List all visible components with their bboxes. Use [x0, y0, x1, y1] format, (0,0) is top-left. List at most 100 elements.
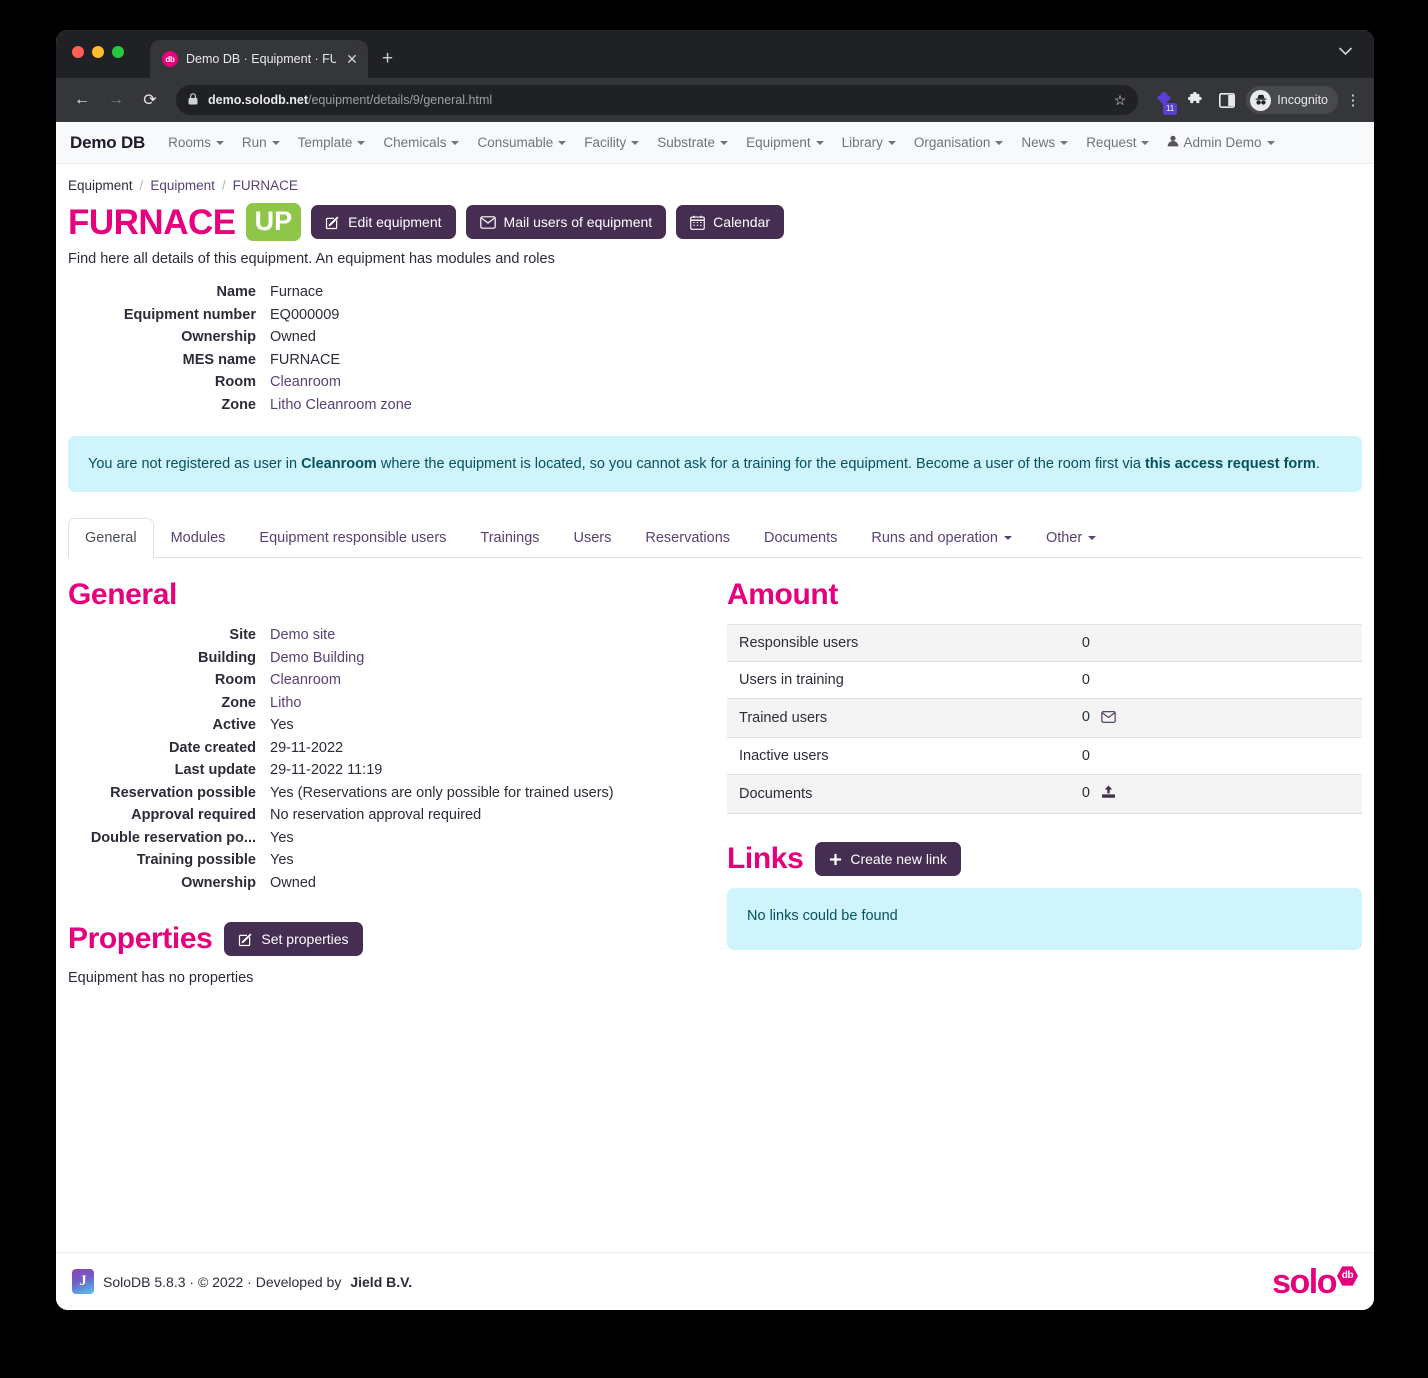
- general-value: 29-11-2022 11:19: [270, 762, 383, 778]
- upload-icon[interactable]: [1101, 785, 1116, 803]
- tab-reservations[interactable]: Reservations: [628, 518, 747, 558]
- tab-panel-general: General Site Demo site Building Demo Build…: [68, 558, 1362, 986]
- alert-access-request-link[interactable]: this access request form: [1145, 456, 1316, 472]
- maximize-window-button[interactable]: [112, 46, 124, 58]
- solodb-logo-badge: db: [1337, 1266, 1358, 1286]
- breadcrumb-item-equipment[interactable]: Equipment: [150, 178, 215, 193]
- nav-item-organisation[interactable]: Organisation: [905, 135, 1013, 150]
- amount-value-cell: 0: [1069, 774, 1362, 814]
- page-title: FURNACE: [68, 202, 236, 242]
- mail-icon[interactable]: [1101, 711, 1116, 727]
- tab-runs-and-operation[interactable]: Runs and operation: [854, 518, 1029, 558]
- amount-value: 0: [1081, 672, 1090, 688]
- summary-label: MES name: [182, 351, 256, 368]
- properties-empty-text: Equipment has no properties: [68, 970, 254, 986]
- edit-equipment-button[interactable]: Edit equipment: [311, 205, 456, 239]
- nav-label: Template: [297, 135, 353, 150]
- amount-label: Responsible users: [727, 624, 1070, 662]
- footer-version-text: SoloDB 5.8.3 · © 2022 · Developed by: [103, 1273, 342, 1290]
- breadcrumb-item-root: Equipment: [68, 178, 133, 193]
- extensions-puzzle-icon[interactable]: [1182, 87, 1208, 113]
- mail-icon: [479, 215, 496, 229]
- general-label: Building: [198, 649, 256, 666]
- tab-modules[interactable]: Modules: [154, 518, 243, 558]
- user-name-label: Admin Demo: [1183, 135, 1262, 150]
- create-new-link-button[interactable]: Create new link: [815, 842, 961, 876]
- chevron-down-icon: [1003, 536, 1012, 540]
- summary-row: Name Furnace: [68, 281, 1362, 304]
- general-row: Last update 29-11-2022 11:19: [68, 759, 703, 782]
- close-icon[interactable]: ✕: [344, 52, 360, 66]
- nav-label: Organisation: [913, 135, 991, 150]
- tab-general[interactable]: General: [68, 518, 154, 558]
- browser-menu-icon[interactable]: ⋮: [1344, 91, 1362, 109]
- nav-label: Substrate: [657, 135, 716, 150]
- tab-title: Demo DB · Equipment · FURNA: [186, 52, 336, 66]
- chevron-down-icon: [1088, 536, 1097, 540]
- general-label: Approval required: [131, 807, 256, 823]
- back-icon[interactable]: ←: [68, 86, 96, 114]
- breadcrumb-item-current[interactable]: FURNACE: [233, 178, 298, 193]
- extension-purple-icon[interactable]: 11: [1150, 87, 1178, 115]
- chevron-down-icon[interactable]: [1339, 44, 1352, 59]
- minimize-window-button[interactable]: [92, 46, 104, 58]
- summary-row: Equipment number EQ000009: [68, 304, 1362, 327]
- general-row: Site Demo site: [68, 624, 703, 647]
- nav-item-run[interactable]: Run: [233, 135, 289, 150]
- bookmark-star-icon[interactable]: ☆: [1114, 92, 1127, 109]
- general-value: Yes: [270, 852, 294, 868]
- nav-item-rooms[interactable]: Rooms: [159, 135, 233, 150]
- summary-label: Equipment number: [123, 306, 256, 323]
- mail-users-button[interactable]: Mail users of equipment: [465, 205, 667, 239]
- tab-users[interactable]: Users: [557, 518, 629, 558]
- links-empty-message: No links could be found: [727, 888, 1362, 950]
- nav-item-user-menu[interactable]: Admin Demo: [1158, 135, 1283, 150]
- nav-item-facility[interactable]: Facility: [575, 135, 648, 150]
- side-panel-icon[interactable]: [1214, 87, 1240, 113]
- general-value: No reservation approval required: [270, 807, 482, 823]
- summary-value-link[interactable]: Litho Cleanroom zone: [270, 394, 412, 417]
- nav-item-library[interactable]: Library: [833, 135, 905, 150]
- amount-value: 0: [1081, 748, 1090, 764]
- general-value-link[interactable]: Demo Building: [270, 647, 364, 670]
- solodb-logo-word: solo: [1272, 1262, 1337, 1301]
- tab-other[interactable]: Other: [1029, 518, 1113, 558]
- tab-trainings[interactable]: Trainings: [463, 518, 556, 558]
- summary-label: Name: [216, 284, 257, 300]
- tab-documents[interactable]: Documents: [747, 518, 854, 558]
- profile-incognito-button[interactable]: Incognito: [1246, 86, 1338, 114]
- nav-item-consumable[interactable]: Consumable: [468, 135, 575, 150]
- app-brand[interactable]: Demo DB: [68, 133, 159, 153]
- tab-equipment-responsible-users[interactable]: Equipment responsible users: [242, 518, 463, 558]
- close-window-button[interactable]: [72, 46, 84, 58]
- browser-tab[interactable]: db Demo DB · Equipment · FURNA ✕: [150, 40, 368, 78]
- nav-item-substrate[interactable]: Substrate: [648, 135, 737, 150]
- general-value: Yes: [270, 829, 294, 846]
- general-value-link[interactable]: Litho: [270, 692, 301, 715]
- nav-item-request[interactable]: Request: [1077, 135, 1158, 150]
- set-properties-button[interactable]: Set properties: [224, 922, 363, 956]
- nav-item-news[interactable]: News: [1012, 135, 1077, 150]
- summary-value: EQ000009: [270, 306, 340, 323]
- reload-icon[interactable]: ⟳: [136, 86, 164, 114]
- nav-item-chemicals[interactable]: Chemicals: [374, 135, 468, 150]
- general-value-link[interactable]: Demo site: [270, 624, 335, 647]
- calendar-button[interactable]: Calendar: [676, 205, 784, 239]
- alert-text-3: .: [1315, 456, 1320, 472]
- summary-value-link[interactable]: Cleanroom: [270, 371, 341, 394]
- chevron-down-icon: [558, 140, 567, 145]
- general-label: Ownership: [181, 874, 256, 891]
- new-tab-button[interactable]: +: [382, 49, 393, 68]
- browser-tab-strip: db Demo DB · Equipment · FURNA ✕ +: [56, 30, 1374, 78]
- address-bar[interactable]: demo.solodb.net/equipment/details/9/gene…: [176, 85, 1139, 115]
- solodb-logo: solo db: [1272, 1265, 1358, 1299]
- forward-icon[interactable]: →: [102, 86, 130, 114]
- chevron-down-icon: [357, 140, 366, 145]
- footer-company-link[interactable]: Jield B.V.: [350, 1274, 412, 1290]
- chevron-down-icon: [631, 140, 640, 145]
- general-label: Double reservation po...: [90, 829, 256, 846]
- nav-item-template[interactable]: Template: [289, 135, 375, 150]
- links-heading: Links: [727, 842, 804, 875]
- general-value-link[interactable]: Cleanroom: [270, 669, 341, 692]
- nav-item-equipment[interactable]: Equipment: [737, 135, 833, 150]
